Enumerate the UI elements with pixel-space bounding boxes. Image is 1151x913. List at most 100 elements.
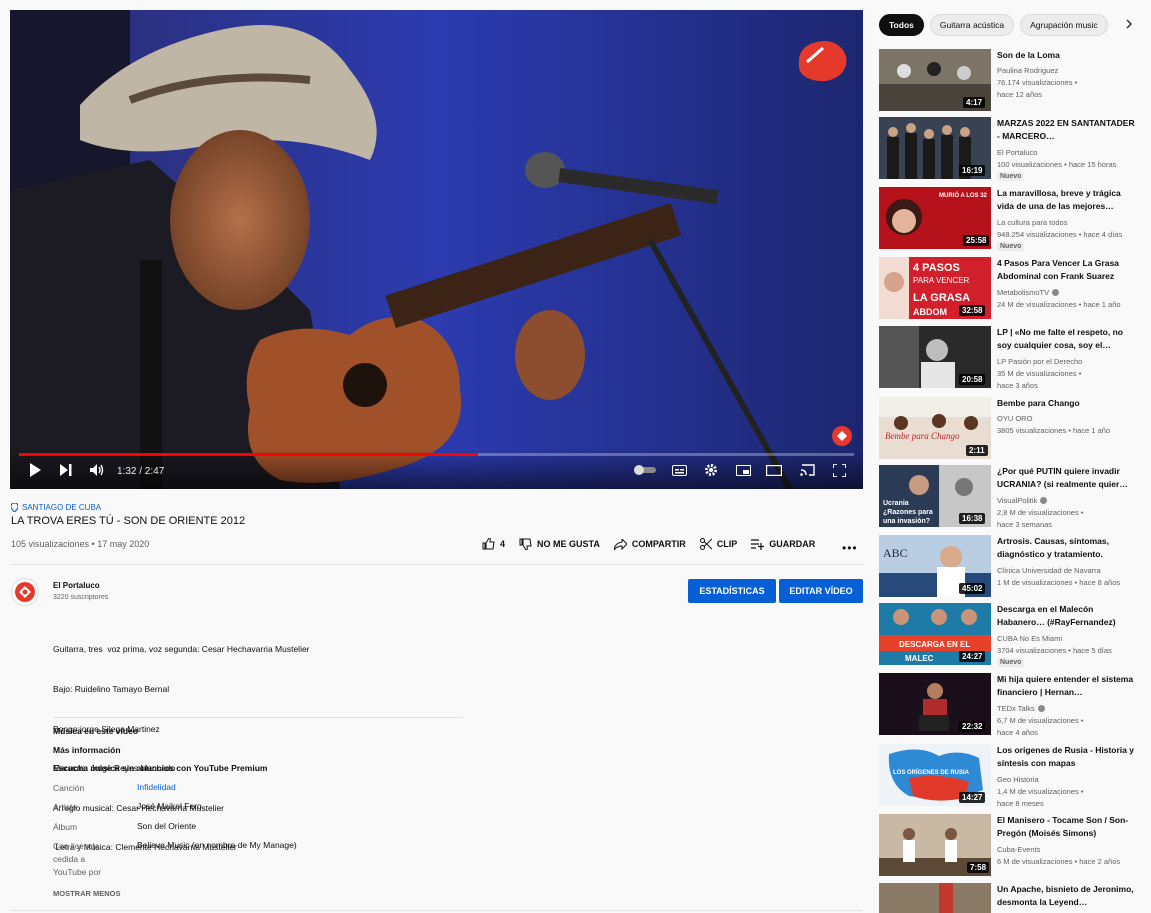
next-icon bbox=[60, 464, 72, 476]
chip-all[interactable]: Todos bbox=[879, 14, 924, 36]
clip-label: CLIP bbox=[716, 539, 738, 549]
rec-views: 6 M de visualizaciones • hace 2 años bbox=[997, 857, 1121, 866]
license-label: Con licencia cedida a YouTube por bbox=[53, 841, 102, 877]
artist-label: Artista bbox=[53, 802, 78, 812]
duration-badge: 25:58 bbox=[963, 235, 990, 246]
thumbs-up-icon bbox=[482, 538, 495, 550]
play-button[interactable] bbox=[24, 459, 46, 481]
settings-button[interactable] bbox=[700, 459, 722, 481]
album-label: Álbum bbox=[53, 822, 78, 832]
recommendation-item[interactable]: MURIÓ A LOS 32 25:58 La maravillosa, bre… bbox=[879, 187, 1147, 251]
duration-badge: 4:17 bbox=[963, 97, 986, 108]
new-badge: Nuevo bbox=[997, 172, 1025, 181]
rec-channel: OYU ORO bbox=[997, 414, 1032, 423]
chip-scroller: Guitarra acústica Agrupación music bbox=[929, 14, 1113, 36]
premium-promo[interactable]: Escucha música sin anuncios con YouTube … bbox=[53, 763, 267, 773]
rec-title: MARZAS 2022 EN SANTANTADER - MARCERO… bbox=[997, 118, 1135, 141]
rec-title: Son de la Loma bbox=[997, 50, 1060, 60]
clip-button[interactable]: CLIP bbox=[699, 538, 738, 550]
chip-guitarra[interactable]: Guitarra acústica bbox=[929, 14, 1015, 36]
rec-channel-name: VisualPolitik bbox=[997, 496, 1038, 505]
rec-views: 1 M de visualizaciones • hace 8 años bbox=[997, 578, 1121, 587]
recommendation-item[interactable]: Bembe para Chango 2:11 Bembe para Chango… bbox=[879, 397, 1147, 461]
location-text: SANTIAGO DE CUBA bbox=[22, 503, 102, 512]
time-display: 1:32 / 2:47 bbox=[117, 466, 165, 477]
rec-title: La maravillosa, breve y trágica vida de … bbox=[997, 188, 1121, 211]
next-button[interactable] bbox=[55, 459, 77, 481]
subtitles-button[interactable] bbox=[668, 459, 690, 481]
recommendation-item[interactable]: 20:58 LP | «No me falte el respeto, no s… bbox=[879, 326, 1147, 390]
rec-views: 1,4 M de visualizaciones • bbox=[997, 787, 1084, 796]
share-button[interactable]: COMPARTIR bbox=[613, 538, 686, 550]
artist-value: José Maikel Fero bbox=[137, 801, 202, 811]
filter-chips: Todos Guitarra acústica Agrupación music bbox=[879, 14, 1113, 36]
video-title: LA TROVA ERES TÚ - SON DE ORIENTE 2012 bbox=[11, 515, 246, 527]
duration-badge: 2:11 bbox=[966, 445, 988, 456]
video-player[interactable]: 1:32 / 2:47 bbox=[10, 10, 863, 489]
recommendation-item[interactable]: ABC 45:02 Artrosis. Causas, síntomas, di… bbox=[879, 535, 1147, 599]
rec-views: 3704 visualizaciones • hace 5 días bbox=[997, 646, 1112, 655]
verified-icon bbox=[1037, 705, 1045, 712]
fullscreen-button[interactable] bbox=[828, 459, 850, 481]
like-count: 4 bbox=[500, 539, 506, 549]
like-button[interactable]: 4 bbox=[482, 538, 505, 550]
rec-channel: Paulina Rodriguez bbox=[997, 66, 1058, 75]
song-link[interactable]: Infidelidad bbox=[137, 782, 176, 792]
more-actions-button[interactable]: ••• bbox=[842, 541, 858, 555]
stats-button[interactable]: ESTADÍSTICAS bbox=[688, 579, 776, 603]
action-bar: 4 NO ME GUSTA COMPARTIR CLIP GUARDAR bbox=[482, 538, 829, 550]
rec-channel-name: La cultura para todos bbox=[997, 218, 1068, 227]
cast-button[interactable] bbox=[796, 459, 818, 481]
channel-avatar[interactable] bbox=[11, 578, 39, 606]
autoplay-toggle-icon bbox=[634, 465, 656, 475]
rec-views: 948.254 visualizaciones • hace 4 días bbox=[997, 230, 1123, 239]
recommendation-item[interactable]: 7:58 El Manisero - Tocame Son / Son-Preg… bbox=[879, 814, 1147, 878]
rec-channel: TEDx Talks bbox=[997, 704, 1045, 713]
recommendation-item[interactable]: 4:17 Son de la Loma Paulina Rodriguez 76… bbox=[879, 49, 1147, 113]
recommendation-item[interactable]: 4 PASOS PARA VENCER LA GRASA ABDOM 32:58… bbox=[879, 257, 1147, 321]
divider bbox=[10, 564, 863, 565]
chevron-right-icon bbox=[1126, 19, 1133, 29]
volume-button[interactable] bbox=[86, 459, 108, 481]
theater-button[interactable] bbox=[763, 459, 785, 481]
show-less-button[interactable]: MOSTRAR MENOS bbox=[53, 889, 121, 898]
miniplayer-button[interactable] bbox=[732, 459, 754, 481]
rec-views: 35 M de visualizaciones • bbox=[997, 369, 1082, 378]
chip-scroll-right[interactable] bbox=[1125, 18, 1133, 32]
dislike-button[interactable]: NO ME GUSTA bbox=[519, 538, 600, 550]
edit-video-button[interactable]: EDITAR VÍDEO bbox=[779, 579, 863, 603]
recommendation-item[interactable]: Un Apache, bisnieto de Jeronimo, desmont… bbox=[879, 883, 1147, 913]
recommendation-item[interactable]: LOS ORÍGENES DE RUSIA 14:27 Los orígenes… bbox=[879, 744, 1147, 808]
rec-channel: MetabolismoTV bbox=[997, 288, 1060, 297]
rec-views: 3805 visualizaciones • hace 1 año bbox=[997, 426, 1111, 435]
channel-name[interactable]: El Portaluco bbox=[53, 581, 100, 590]
rec-channel: LP Pasión por el Derecho bbox=[997, 357, 1082, 366]
recommendation-item[interactable]: Ucrania ¿Razones para una invasión? 16:3… bbox=[879, 465, 1147, 529]
rec-channel-name: CUBA No Es Miami bbox=[997, 634, 1063, 643]
rec-channel-name: Geo Historia bbox=[997, 775, 1039, 784]
duration-badge: 20:58 bbox=[959, 374, 986, 385]
recommendation-item[interactable]: 16:19 MARZAS 2022 EN SANTANTADER - MARCE… bbox=[879, 117, 1147, 181]
rec-title: LP | «No me falte el respeto, no soy cua… bbox=[997, 327, 1123, 350]
duration-badge: 45:02 bbox=[959, 583, 986, 594]
save-button[interactable]: GUARDAR bbox=[751, 538, 815, 550]
rec-channel: Cuba-Events bbox=[997, 845, 1040, 854]
recommendation-item[interactable]: DESCARGA EN EL MALEC 24:27 Descarga en e… bbox=[879, 603, 1147, 667]
video-frame bbox=[10, 10, 863, 489]
rec-channel: Clínica Universidad de Navarra bbox=[997, 566, 1101, 575]
rec-channel-name: TEDx Talks bbox=[997, 704, 1035, 713]
chip-agrupacion[interactable]: Agrupación music bbox=[1020, 14, 1108, 36]
dislike-label: NO ME GUSTA bbox=[537, 539, 600, 549]
playlist-add-icon bbox=[751, 538, 765, 550]
autoplay-toggle[interactable] bbox=[634, 459, 656, 481]
divider bbox=[10, 910, 863, 911]
rec-title: 4 Pasos Para Vencer La Grasa Abdominal c… bbox=[997, 258, 1119, 281]
rec-channel-name: Cuba-Events bbox=[997, 845, 1041, 854]
channel-corner-logo bbox=[798, 41, 847, 82]
location-link[interactable]: SANTIAGO DE CUBA bbox=[11, 503, 101, 512]
rec-age: hace 3 años bbox=[997, 381, 1038, 390]
recommendation-item[interactable]: 22:32 Mi hija quiere entender el sistema… bbox=[879, 673, 1147, 737]
song-label: Canción bbox=[53, 783, 85, 793]
more-info-link[interactable]: Más información bbox=[53, 745, 121, 755]
progress-bar[interactable] bbox=[19, 453, 854, 456]
